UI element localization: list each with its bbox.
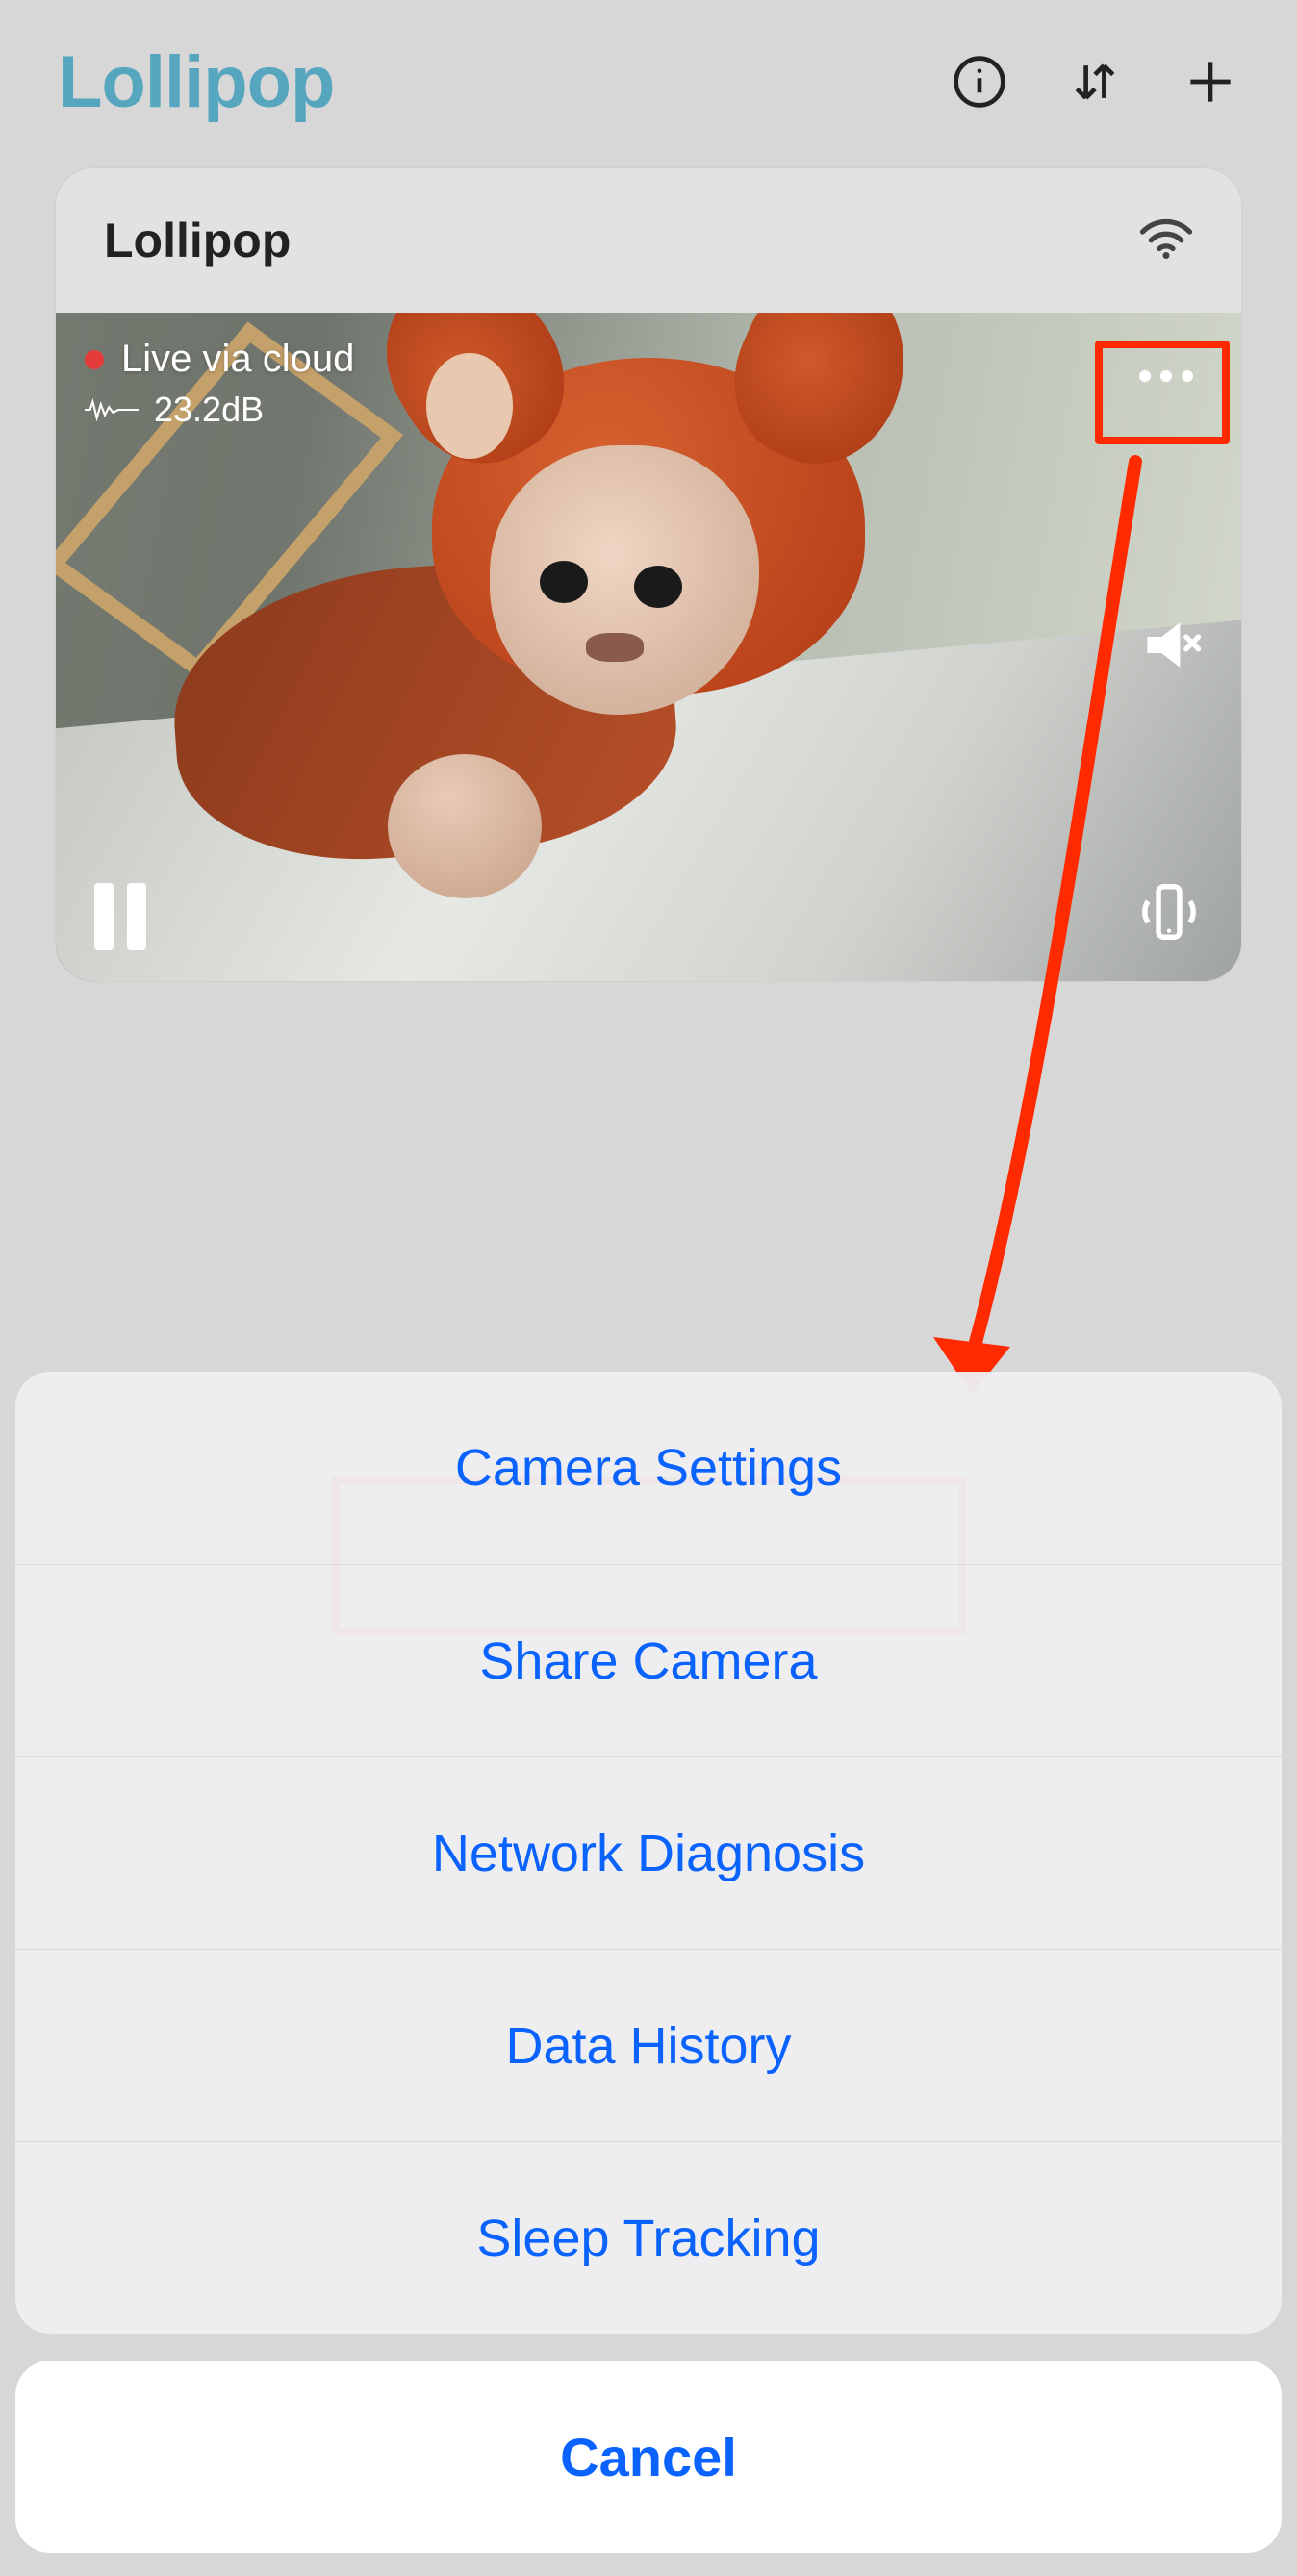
info-icon[interactable] [951, 53, 1008, 111]
camera-name: Lollipop [104, 213, 291, 268]
action-sheet: Camera Settings Share Camera Network Dia… [15, 1372, 1282, 2553]
camera-card-header: Lollipop [56, 168, 1241, 313]
wifi-icon [1139, 212, 1193, 270]
mute-button[interactable] [1141, 612, 1207, 682]
db-value: 23.2dB [154, 390, 264, 430]
live-status: Live via cloud [85, 338, 354, 381]
live-dot-icon [85, 350, 104, 369]
plus-icon[interactable] [1182, 53, 1239, 111]
menu-sleep-tracking[interactable]: Sleep Tracking [15, 2141, 1282, 2334]
sort-icon[interactable] [1066, 53, 1124, 111]
header-actions [951, 53, 1239, 111]
cancel-button[interactable]: Cancel [15, 2361, 1282, 2553]
pause-button[interactable] [94, 883, 146, 950]
more-button[interactable] [1118, 347, 1214, 405]
app-header: Lollipop [0, 0, 1297, 164]
menu-network-diagnosis[interactable]: Network Diagnosis [15, 1756, 1282, 1949]
waveform-icon [85, 396, 139, 423]
audio-level: 23.2dB [85, 390, 264, 430]
action-sheet-list: Camera Settings Share Camera Network Dia… [15, 1372, 1282, 2334]
menu-share-camera[interactable]: Share Camera [15, 1564, 1282, 1756]
camera-card: Lollipop Live via cloud 23.2dB [56, 168, 1241, 981]
camera-video[interactable]: Live via cloud 23.2dB [56, 313, 1241, 981]
live-status-label: Live via cloud [121, 338, 354, 381]
menu-camera-settings[interactable]: Camera Settings [15, 1372, 1282, 1564]
app-title: Lollipop [58, 40, 334, 124]
phone-vibrate-button[interactable] [1135, 878, 1203, 950]
menu-data-history[interactable]: Data History [15, 1949, 1282, 2141]
